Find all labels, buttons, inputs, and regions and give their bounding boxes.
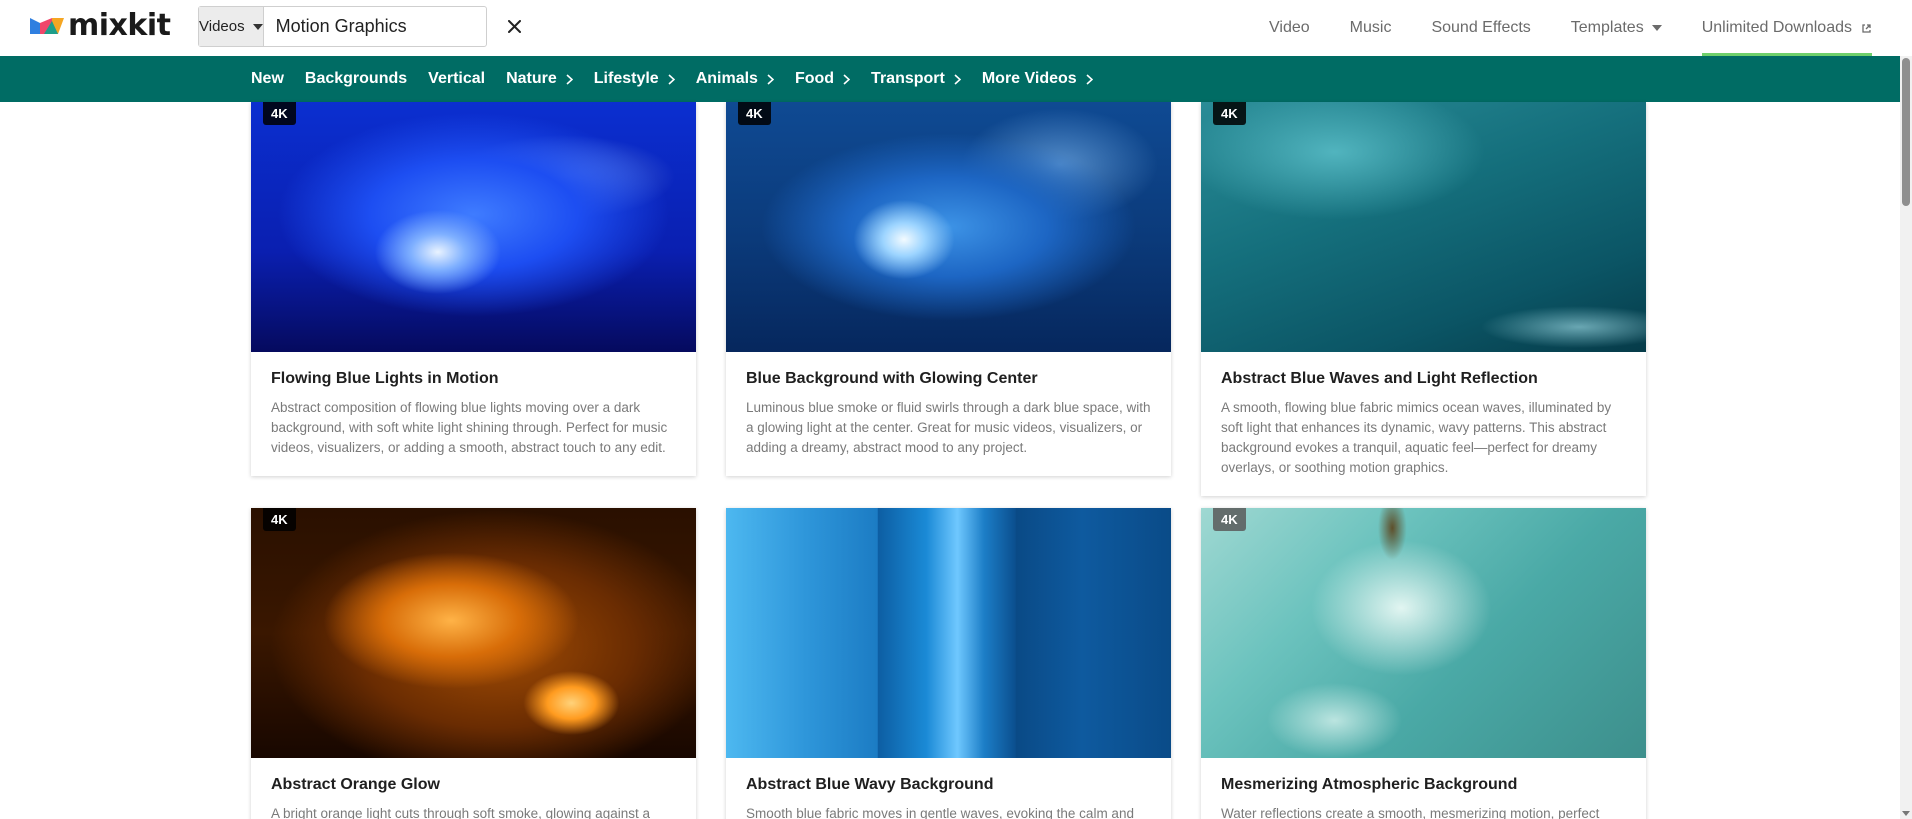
category-label: New (251, 70, 284, 87)
topnav-label: Video (1269, 19, 1310, 36)
topnav-music[interactable]: Music (1350, 0, 1392, 56)
video-description: Smooth blue fabric moves in gentle waves… (746, 806, 1134, 819)
category-label: Vertical (428, 70, 486, 87)
video-card[interactable]: 4K Flowing Blue Lights in Motion Abstrac… (251, 102, 696, 476)
category-label: More Videos (981, 70, 1077, 87)
category-more-videos[interactable]: More Videos (982, 70, 1093, 88)
chevron-down-icon (1651, 25, 1662, 31)
close-icon (507, 20, 521, 33)
logo-text: mixkit (68, 8, 171, 43)
category-label: Animals (695, 70, 758, 87)
video-card[interactable]: 4K Abstract Blue Waves and Light Reflect… (1201, 102, 1646, 496)
video-card[interactable]: 4K Blue Background with Glowing Center L… (726, 102, 1171, 476)
topnav-templates[interactable]: Templates (1571, 0, 1662, 56)
chevron-right-icon (843, 73, 851, 85)
category-label: Lifestyle (593, 70, 659, 87)
video-description: A bright orange light cuts through soft … (271, 806, 650, 819)
scroll-down-arrow-icon[interactable] (1902, 811, 1910, 816)
video-title[interactable]: Mesmerizing Atmospheric Background (1221, 775, 1626, 795)
video-card[interactable]: 4K Abstract Orange Glow A bright orange … (251, 508, 696, 819)
topnav-unlimited-downloads[interactable]: Unlimited Downloads (1701, 0, 1872, 56)
chevron-right-icon (767, 73, 774, 85)
resolution-badge: 4K (738, 102, 771, 125)
search-type-select[interactable]: Videos (199, 7, 264, 46)
video-description: Abstract composition of flowing blue lig… (271, 400, 668, 455)
video-thumbnail[interactable]: 4K (1201, 508, 1646, 758)
video-card[interactable]: Abstract Blue Wavy Background Smooth blu… (726, 508, 1171, 819)
category-transport[interactable]: Transport (871, 70, 961, 88)
topnav-sound-effects[interactable]: Sound Effects (1431, 0, 1530, 56)
category-nature[interactable]: Nature (506, 70, 573, 88)
category-lifestyle[interactable]: Lifestyle (594, 70, 675, 88)
category-label: Backgrounds (304, 70, 408, 87)
topnav-label: Music (1349, 19, 1392, 36)
search-type-label: Videos (199, 18, 245, 35)
resolution-badge: 4K (263, 102, 296, 125)
category-food[interactable]: Food (794, 70, 851, 88)
top-header: mixkit Videos Video Music Sound Effects … (0, 0, 1912, 56)
video-thumbnail[interactable] (726, 508, 1171, 758)
category-animals[interactable]: Animals (696, 70, 774, 88)
video-description: Luminous blue smoke or fluid swirls thro… (746, 400, 1151, 455)
video-thumbnail[interactable]: 4K (251, 102, 696, 352)
mixkit-logo[interactable]: mixkit (30, 8, 171, 43)
category-vertical[interactable]: Vertical (428, 70, 485, 88)
category-new[interactable]: New (251, 70, 284, 88)
category-backgrounds[interactable]: Backgrounds (305, 70, 407, 88)
video-card[interactable]: 4K Mesmerizing Atmospheric Background Wa… (1201, 508, 1646, 819)
clear-search-button[interactable] (507, 7, 521, 46)
category-label: Food (794, 70, 835, 87)
category-label: Nature (506, 70, 557, 87)
topnav-label: Unlimited Downloads (1701, 19, 1852, 36)
resolution-badge: 4K (263, 508, 296, 531)
topnav-label: Sound Effects (1431, 19, 1531, 36)
page-scrollbar[interactable] (1900, 56, 1912, 819)
category-navigation: New Backgrounds Vertical Nature Lifestyl… (0, 56, 1900, 102)
category-label: Transport (871, 70, 945, 87)
video-title[interactable]: Blue Background with Glowing Center (746, 369, 1151, 389)
resolution-badge: 4K (1213, 102, 1246, 125)
video-thumbnail[interactable]: 4K (726, 102, 1171, 352)
video-description: Water reflections create a smooth, mesme… (1221, 806, 1600, 819)
external-link-icon (1862, 23, 1871, 33)
search-bar: Videos (198, 6, 521, 47)
video-title[interactable]: Abstract Orange Glow (271, 775, 676, 795)
search-input[interactable] (263, 7, 508, 46)
video-description: A smooth, flowing blue fabric mimics oce… (1221, 400, 1612, 475)
video-thumbnail[interactable]: 4K (1201, 102, 1646, 352)
top-navigation: Video Music Sound Effects Templates Unli… (1269, 0, 1912, 56)
video-title[interactable]: Flowing Blue Lights in Motion (271, 369, 676, 389)
scrollbar-thumb[interactable] (1902, 58, 1910, 206)
video-title[interactable]: Abstract Blue Waves and Light Reflection (1221, 369, 1626, 389)
chevron-right-icon (668, 73, 675, 85)
chevron-right-icon (566, 73, 573, 85)
resolution-badge: 4K (1213, 508, 1246, 531)
topnav-video[interactable]: Video (1269, 0, 1310, 56)
topnav-label: Templates (1570, 19, 1644, 36)
caret-down-icon (252, 23, 263, 30)
video-title[interactable]: Abstract Blue Wavy Background (746, 775, 1151, 795)
video-thumbnail[interactable]: 4K (251, 508, 696, 758)
chevron-right-icon (1086, 73, 1093, 85)
logo-mark-icon (30, 18, 64, 34)
chevron-right-icon (954, 73, 961, 85)
